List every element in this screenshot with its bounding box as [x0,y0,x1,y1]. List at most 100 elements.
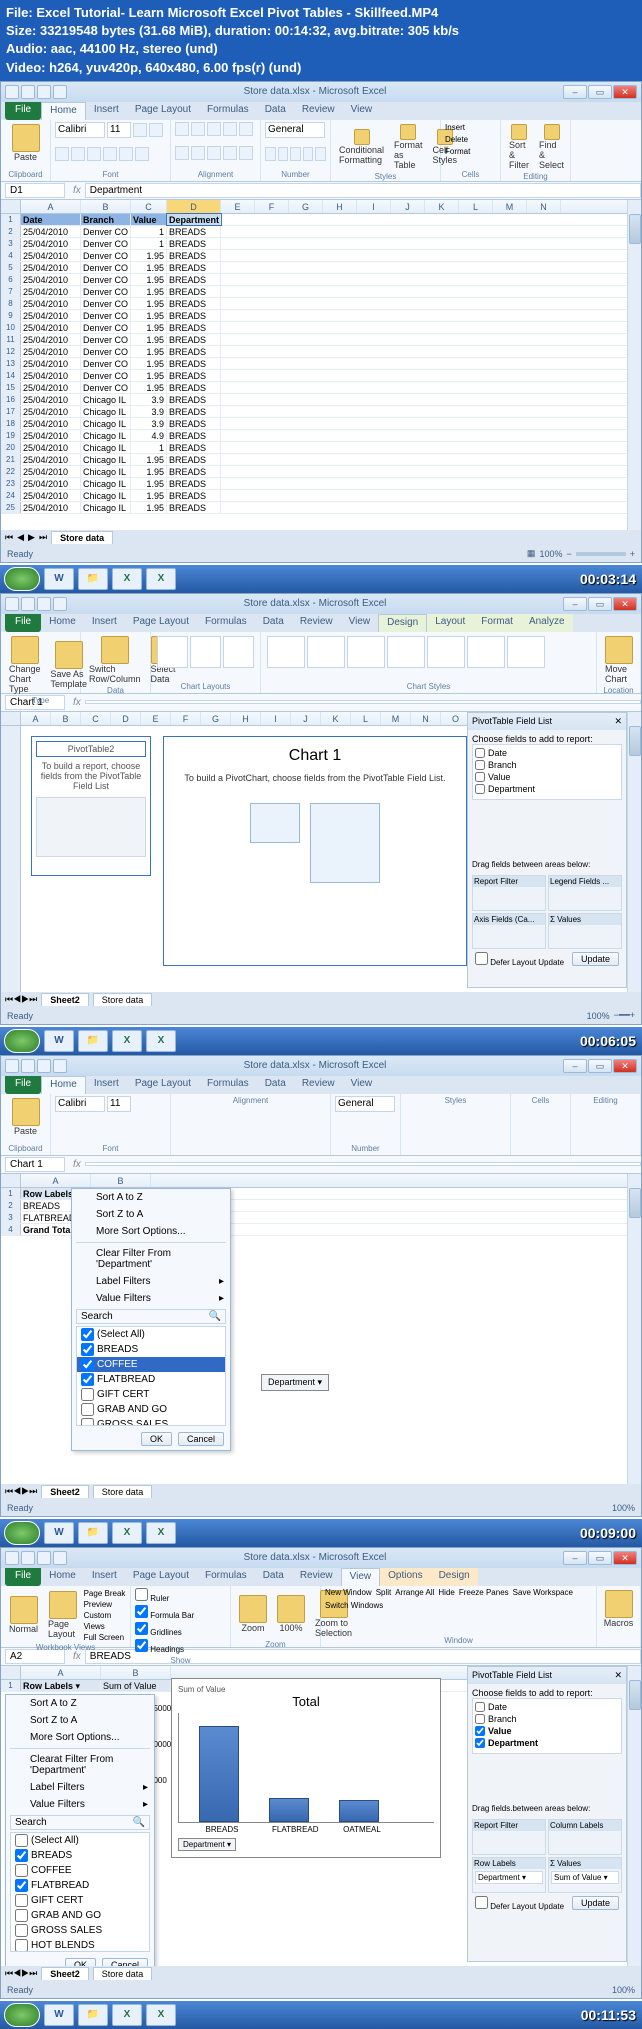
data-cell[interactable]: Chicago IL [81,394,131,405]
row-header[interactable]: 25 [1,502,21,513]
align-top-icon[interactable] [175,122,189,136]
data-cell[interactable]: BREADS [167,322,221,333]
show-check[interactable]: Headings [135,1639,226,1656]
fx-icon[interactable]: fx [73,185,81,196]
close-button[interactable]: ✕ [613,1551,637,1565]
cancel-button[interactable]: Cancel [102,1958,148,1966]
data-cell[interactable]: BREADS [167,262,221,273]
increase-indent-icon[interactable] [239,146,253,160]
vertical-scrollbar[interactable] [627,200,641,530]
ok-button[interactable]: OK [65,1958,96,1966]
column-header[interactable]: G [289,200,323,213]
sheet-tab-store-data[interactable]: Store data [93,1485,153,1498]
zoom-slider[interactable]: −━━+ [614,1010,635,1021]
switch-windows-button[interactable]: Switch Windows [325,1601,383,1610]
tab-options[interactable]: Options [380,1568,430,1586]
sheet-nav-icon[interactable]: ⏮◀▶⏭ [5,994,37,1005]
data-cell[interactable]: BREADS [167,490,221,501]
data-cell[interactable]: BREADS [167,250,221,261]
row-header[interactable]: 13 [1,358,21,369]
filter-check-item[interactable]: BREADS [11,1848,149,1863]
column-header[interactable]: K [425,200,459,213]
save-icon[interactable] [21,1059,35,1073]
sheet-tab-store-data[interactable]: Store data [93,1967,153,1980]
orientation-icon[interactable] [223,122,237,136]
tab-review[interactable]: Review [294,102,343,120]
data-cell[interactable]: Denver CO [81,226,131,237]
data-cell[interactable]: Denver CO [81,322,131,333]
field-item[interactable]: Branch [475,1713,619,1725]
data-cell[interactable]: 1.95 [131,358,167,369]
data-cell[interactable]: Denver CO [81,238,131,249]
drop-zone[interactable]: Row LabelsDepartment ▾ [472,1857,546,1893]
data-cell[interactable]: 1.95 [131,298,167,309]
filter-check-item[interactable]: (Select All) [77,1327,225,1342]
data-cell[interactable]: 25/04/2010 [21,490,81,501]
maximize-button[interactable]: ▭ [588,1059,612,1073]
sheet-tab-store-data[interactable]: Store data [51,531,113,544]
fx-icon[interactable]: fx [73,1159,81,1170]
save-icon[interactable] [21,597,35,611]
header-cell[interactable]: Branch [81,214,131,225]
drop-zone[interactable]: Σ Values [548,913,622,949]
row-header[interactable]: 18 [1,418,21,429]
tab-layout[interactable]: Layout [427,614,473,632]
normal-view-button[interactable]: Normal [5,1594,42,1636]
column-header[interactable]: D [111,712,141,725]
column-header[interactable]: A [21,712,51,725]
task-folder-icon[interactable]: 📁 [78,1522,108,1544]
full-screen-button[interactable]: Full Screen [84,1632,126,1643]
column-header[interactable]: G [201,712,231,725]
data-cell[interactable]: Chicago IL [81,454,131,465]
task-folder-icon[interactable]: 📁 [78,2004,108,2026]
pivottable-field-list[interactable]: PivotTable Field List✕ Choose fields to … [467,712,627,988]
file-tab[interactable]: File [5,614,41,632]
font-size-select[interactable] [107,1096,131,1112]
data-cell[interactable]: 25/04/2010 [21,238,81,249]
update-button[interactable]: Update [572,952,619,966]
minimize-button[interactable]: – [563,85,587,99]
ok-button[interactable]: OK [141,1432,172,1446]
row-header[interactable]: 24 [1,490,21,501]
data-cell[interactable]: Denver CO [81,250,131,261]
close-button[interactable]: ✕ [613,85,637,99]
tab-formulas[interactable]: Formulas [199,102,257,120]
defer-checkbox[interactable]: Defer Layout Update [475,1896,564,1911]
task-word-icon[interactable]: W [44,1522,74,1544]
drop-zone[interactable]: Σ ValuesSum of Value ▾ [548,1857,622,1893]
sort-filter-button[interactable]: Sort & Filter [505,122,533,172]
data-cell[interactable]: Denver CO [81,286,131,297]
switch-row-column-button[interactable]: Switch Row/Column [85,634,145,686]
data-cell[interactable]: 1.95 [131,310,167,321]
data-cell[interactable]: 1.95 [131,490,167,501]
data-cell[interactable]: BREADS [167,466,221,477]
tab-data[interactable]: Data [255,614,292,632]
decrease-font-icon[interactable] [149,123,163,137]
file-tab[interactable]: File [5,102,41,120]
data-cell[interactable]: Chicago IL [81,418,131,429]
data-cell[interactable]: BREADS [167,358,221,369]
column-header[interactable]: F [171,712,201,725]
save-icon[interactable] [21,85,35,99]
column-header[interactable]: L [351,712,381,725]
zoom-slider[interactable] [576,552,626,556]
minimize-button[interactable]: – [563,1059,587,1073]
menu-item[interactable]: Sort Z to A [6,1712,154,1729]
column-header[interactable]: H [323,200,357,213]
row-header[interactable]: 11 [1,334,21,345]
data-cell[interactable]: 1.95 [131,478,167,489]
data-cell[interactable]: 1.95 [131,286,167,297]
vertical-scrollbar[interactable] [627,1174,641,1484]
drop-zone[interactable]: Axis Fields (Ca... [472,913,546,949]
tab-home[interactable]: Home [41,1568,84,1586]
menu-item[interactable]: Clear Filter From 'Department' [72,1245,230,1273]
font-name-select[interactable] [55,1096,105,1112]
data-cell[interactable]: BREADS [167,478,221,489]
data-cell[interactable]: Denver CO [81,310,131,321]
tab-page-layout[interactable]: Page Layout [125,614,197,632]
data-cell[interactable]: BREADS [167,430,221,441]
data-cell[interactable]: 3.9 [131,406,167,417]
task-excel2-icon[interactable]: X [146,568,176,590]
redo-icon[interactable] [53,1551,67,1565]
task-word-icon[interactable]: W [44,1030,74,1052]
